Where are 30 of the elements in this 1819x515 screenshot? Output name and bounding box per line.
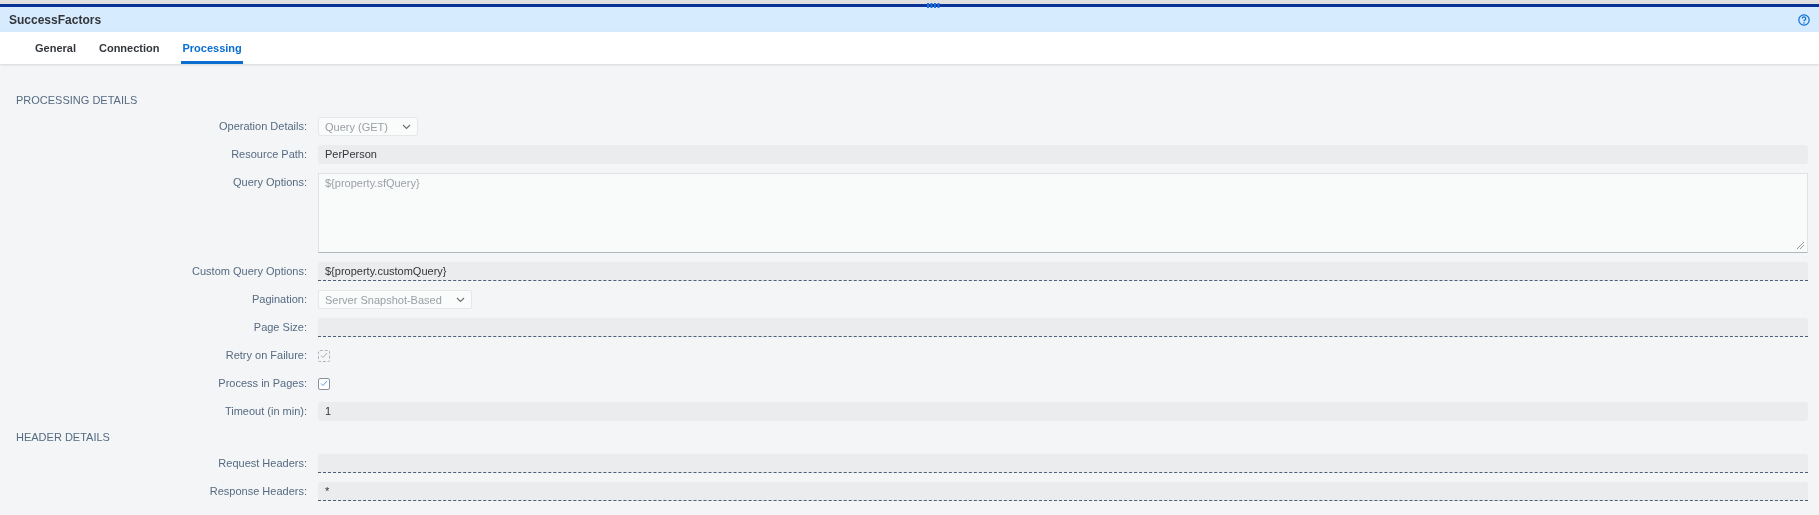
window-title: SuccessFactors xyxy=(9,12,102,27)
field-label: Timeout (in min): xyxy=(223,404,307,419)
input-field[interactable]: PerPerson xyxy=(318,145,1808,164)
checkbox[interactable] xyxy=(318,377,330,390)
field-label: Response Headers: xyxy=(208,484,307,499)
field-label: Retry on Failure: xyxy=(224,348,307,363)
field-label: Operation Details: xyxy=(217,119,307,134)
input-field[interactable]: * xyxy=(318,482,1808,501)
field-label: Process in Pages: xyxy=(217,376,307,391)
tab[interactable]: Connection xyxy=(97,32,161,64)
check-icon xyxy=(320,352,328,359)
tab[interactable]: General xyxy=(34,32,77,64)
chevron-down-icon xyxy=(401,123,411,130)
section-title: HEADER DETAILS xyxy=(16,430,111,444)
help-icon[interactable] xyxy=(1798,13,1810,26)
resize-handle-icon[interactable] xyxy=(927,3,940,8)
input-field[interactable] xyxy=(318,454,1808,473)
input-field[interactable]: ${property.customQuery} xyxy=(318,262,1808,281)
input-field[interactable] xyxy=(318,318,1808,337)
field-label: Request Headers: xyxy=(217,456,307,471)
field-label: Page Size: xyxy=(252,320,307,335)
field-label: Resource Path: xyxy=(230,147,307,162)
input-field[interactable]: 1 xyxy=(318,402,1808,421)
section-title: PROCESSING DETAILS xyxy=(16,93,139,107)
tab[interactable]: Processing xyxy=(181,32,243,64)
field-label: Query Options: xyxy=(232,175,307,190)
check-icon xyxy=(320,380,328,387)
field-label: Pagination: xyxy=(250,292,307,307)
chevron-down-icon xyxy=(455,296,465,303)
field-label: Custom Query Options: xyxy=(191,264,307,279)
